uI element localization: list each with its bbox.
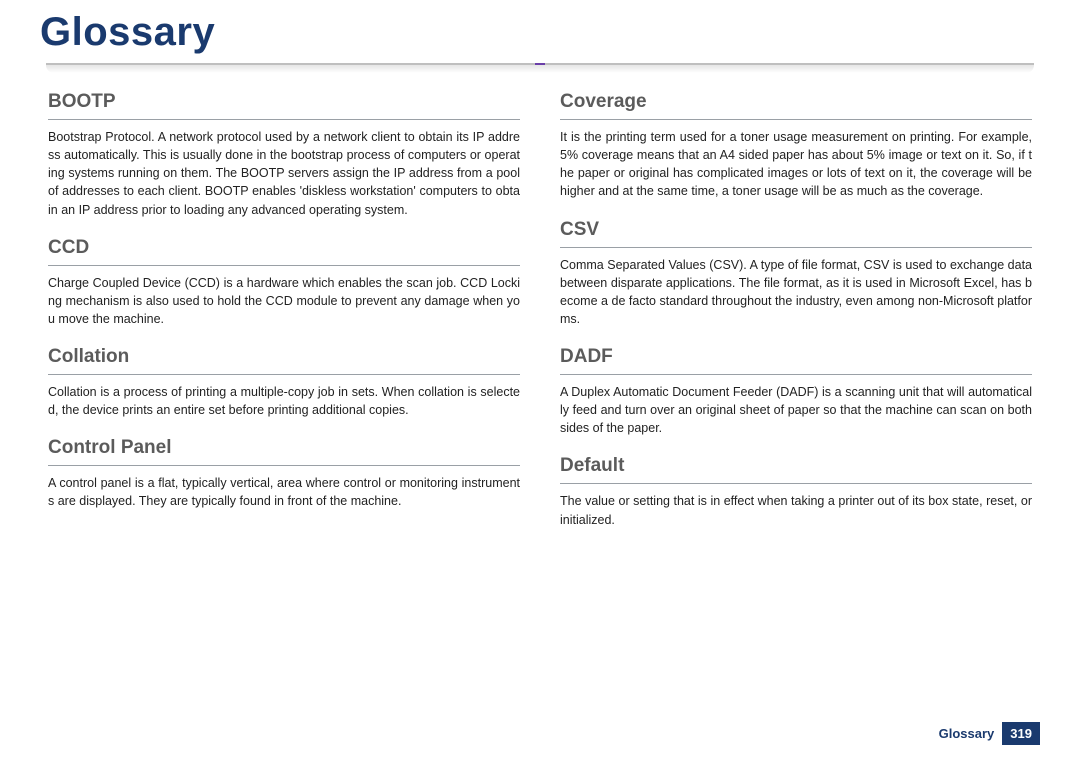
entry: Control Panel A control panel is a flat,… — [48, 437, 520, 510]
header-rule — [46, 63, 1034, 73]
definition: Bootstrap Protocol. A network protocol u… — [48, 128, 520, 219]
header-rule-shadow — [46, 65, 1034, 73]
term: BOOTP — [48, 91, 520, 120]
definition: A control panel is a flat, typically ver… — [48, 474, 520, 510]
definition: It is the printing term used for a toner… — [560, 128, 1032, 201]
page: Glossary BOOTP Bootstrap Protocol. A net… — [0, 0, 1080, 763]
definition: Collation is a process of printing a mul… — [48, 383, 520, 419]
term: CCD — [48, 237, 520, 266]
definition: A Duplex Automatic Document Feeder (DADF… — [560, 383, 1032, 437]
entry: CCD Charge Coupled Device (CCD) is a har… — [48, 237, 520, 328]
columns: BOOTP Bootstrap Protocol. A network prot… — [40, 91, 1040, 547]
definition: The value or setting that is in effect w… — [560, 492, 1032, 528]
footer: Glossary 319 — [939, 722, 1040, 745]
term: DADF — [560, 346, 1032, 375]
definition: Comma Separated Values (CSV). A type of … — [560, 256, 1032, 329]
entry: DADF A Duplex Automatic Document Feeder … — [560, 346, 1032, 437]
left-column: BOOTP Bootstrap Protocol. A network prot… — [48, 91, 520, 547]
definition: Charge Coupled Device (CCD) is a hardwar… — [48, 274, 520, 328]
term: Control Panel — [48, 437, 520, 466]
term: Default — [560, 455, 1032, 484]
footer-section-label: Glossary — [939, 726, 995, 741]
page-number-badge: 319 — [1002, 722, 1040, 745]
entry: Collation Collation is a process of prin… — [48, 346, 520, 419]
entry: Coverage It is the printing term used fo… — [560, 91, 1032, 201]
entry: Default The value or setting that is in … — [560, 455, 1032, 528]
right-column: Coverage It is the printing term used fo… — [560, 91, 1032, 547]
entry: CSV Comma Separated Values (CSV). A type… — [560, 219, 1032, 329]
term: CSV — [560, 219, 1032, 248]
term: Collation — [48, 346, 520, 375]
entry: BOOTP Bootstrap Protocol. A network prot… — [48, 91, 520, 219]
page-title: Glossary — [40, 10, 1040, 55]
term: Coverage — [560, 91, 1032, 120]
